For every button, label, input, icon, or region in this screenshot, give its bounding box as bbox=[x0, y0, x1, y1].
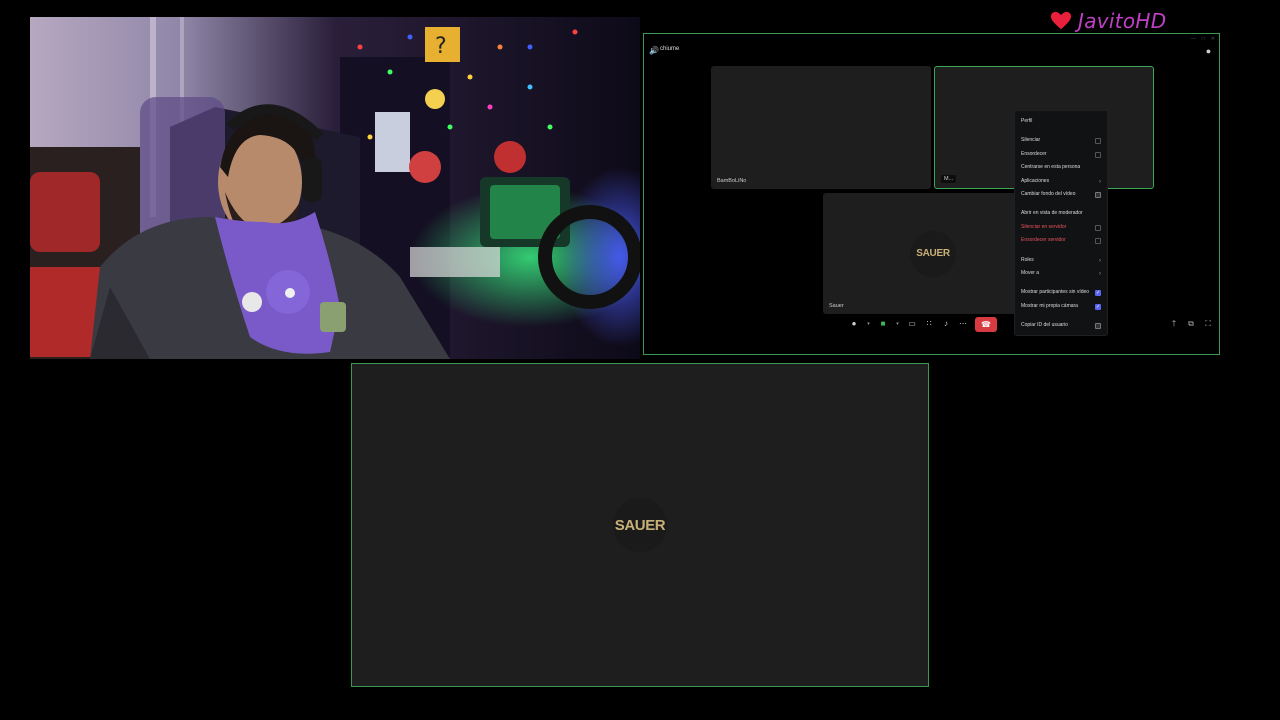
chevron-down-icon[interactable]: ▾ bbox=[866, 319, 871, 329]
menu-item-cambiar-fondo[interactable]: Cambiar fondo del vídeo bbox=[1015, 188, 1107, 201]
activities-icon[interactable]: ∷ bbox=[924, 319, 934, 329]
participant-name: BamBoLiNo bbox=[717, 178, 747, 184]
participant-name: M... bbox=[941, 175, 957, 183]
checkbox[interactable] bbox=[1095, 238, 1101, 245]
participant-tile-bambolino[interactable]: BamBoLiNo bbox=[711, 66, 931, 189]
menu-item-label: Silenciar en servidor bbox=[1021, 223, 1067, 230]
svg-text:?: ? bbox=[435, 34, 447, 59]
webcam-feed: ? bbox=[30, 17, 640, 359]
id-icon bbox=[1095, 323, 1101, 330]
chevron-right-icon: › bbox=[1099, 178, 1101, 185]
menu-item-label: Copiar ID del usuario bbox=[1021, 322, 1068, 329]
menu-item-roles[interactable]: Roles › bbox=[1015, 254, 1107, 267]
view-controls: † ⧉ ⛶ bbox=[1169, 319, 1213, 329]
soundboard-icon[interactable]: ♪ bbox=[941, 319, 951, 329]
menu-item-mover-a[interactable]: Mover a › bbox=[1015, 267, 1107, 280]
menu-item-copiar-id[interactable]: Copiar ID del usuario bbox=[1015, 319, 1107, 332]
window-controls: — □ ✕ bbox=[1191, 36, 1215, 42]
checkbox-checked[interactable]: ✓ bbox=[1095, 303, 1101, 310]
menu-item-label: Centrarse en esta persona bbox=[1021, 164, 1081, 171]
popout-icon[interactable]: ⧉ bbox=[1186, 319, 1196, 329]
minimize-icon[interactable]: — bbox=[1191, 36, 1196, 42]
webcam-image: ? bbox=[30, 17, 640, 359]
pin-icon[interactable]: † bbox=[1169, 319, 1179, 329]
focused-participant-tile[interactable]: SAUER bbox=[351, 363, 929, 687]
menu-item-label: Mostrar mi propia cámara bbox=[1021, 302, 1078, 309]
menu-item-centrarse[interactable]: Centrarse en esta persona bbox=[1015, 161, 1107, 174]
checkbox[interactable] bbox=[1095, 224, 1101, 231]
participant-name: Sauer bbox=[829, 303, 844, 309]
menu-item-ensordecer-servidor[interactable]: Ensordecer servidor bbox=[1015, 234, 1107, 247]
background-icon bbox=[1095, 191, 1101, 198]
microphone-icon[interactable]: ● bbox=[849, 319, 859, 329]
menu-item-label: Roles bbox=[1021, 256, 1034, 263]
menu-item-label: Perfil bbox=[1021, 118, 1033, 124]
hangup-button[interactable]: ☎ bbox=[975, 316, 997, 332]
more-options-icon[interactable]: ⋯ bbox=[958, 319, 968, 329]
menu-item-vista-moderador[interactable]: Abrir en vista de moderador bbox=[1015, 207, 1107, 220]
participant-context-menu: Perfil Silenciar Ensordecer Centrarse en… bbox=[1014, 110, 1108, 336]
call-controls: ● ▾ ■ ▾ ▭ ∷ ♪ ⋯ ☎ bbox=[849, 316, 997, 332]
participant-tile-sauer[interactable]: SAUER Sauer bbox=[823, 193, 1043, 314]
channel-name: chiume bbox=[660, 46, 680, 52]
menu-item-label: Silenciar bbox=[1021, 137, 1041, 144]
menu-item-ensordecer[interactable]: Ensordecer bbox=[1015, 148, 1107, 161]
avatar: SAUER bbox=[613, 498, 667, 552]
menu-item-label: Mover a bbox=[1021, 269, 1040, 276]
chevron-down-icon[interactable]: ▾ bbox=[895, 319, 900, 329]
maximize-icon[interactable]: □ bbox=[1202, 36, 1205, 42]
titlebar: 🔊 chiume — □ ✕ ● bbox=[644, 34, 1219, 66]
fullscreen-icon[interactable]: ⛶ bbox=[1203, 319, 1213, 329]
streamer-name: JavitoHD bbox=[1078, 9, 1167, 33]
streamer-branding: JavitoHD bbox=[1050, 8, 1166, 34]
menu-item-perfil[interactable]: Perfil bbox=[1015, 115, 1107, 128]
chevron-right-icon: › bbox=[1099, 257, 1101, 264]
speaker-icon: 🔊 bbox=[649, 46, 659, 55]
menu-item-label: Aplicaciones bbox=[1021, 177, 1050, 184]
menu-item-aplicaciones[interactable]: Aplicaciones › bbox=[1015, 175, 1107, 188]
heart-icon bbox=[1050, 11, 1072, 30]
avatar-text: SAUER bbox=[614, 516, 666, 534]
close-icon[interactable]: ✕ bbox=[1211, 36, 1215, 42]
menu-item-label: Abrir en vista de moderador bbox=[1021, 210, 1083, 217]
checkbox[interactable] bbox=[1095, 151, 1101, 158]
checkbox[interactable] bbox=[1095, 138, 1101, 145]
camera-icon[interactable]: ■ bbox=[878, 319, 888, 329]
menu-item-silenciar[interactable]: Silenciar bbox=[1015, 134, 1107, 147]
menu-item-label: Ensordecer servidor bbox=[1021, 237, 1066, 244]
call-window: 🔊 chiume — □ ✕ ● BamBoLiNo M... SAUER Sa… bbox=[643, 33, 1220, 355]
phone-icon: ☎ bbox=[981, 319, 991, 329]
menu-item-label: Ensordecer bbox=[1021, 150, 1047, 157]
chevron-right-icon: › bbox=[1099, 270, 1101, 277]
menu-item-label: Mostrar participantes sin vídeo bbox=[1021, 289, 1090, 296]
chat-bubble-icon[interactable]: ● bbox=[1204, 47, 1213, 56]
screen-share-icon[interactable]: ▭ bbox=[907, 319, 917, 329]
menu-item-mostrar-mi-camara[interactable]: Mostrar mi propia cámara ✓ bbox=[1015, 300, 1107, 313]
checkbox-checked[interactable]: ✓ bbox=[1095, 290, 1101, 297]
avatar-text: SAUER bbox=[916, 248, 950, 259]
menu-item-mostrar-sin-video[interactable]: Mostrar participantes sin vídeo ✓ bbox=[1015, 286, 1107, 299]
menu-item-silenciar-servidor[interactable]: Silenciar en servidor bbox=[1015, 221, 1107, 234]
menu-item-label: Cambiar fondo del vídeo bbox=[1021, 190, 1076, 197]
avatar: SAUER bbox=[910, 230, 956, 277]
